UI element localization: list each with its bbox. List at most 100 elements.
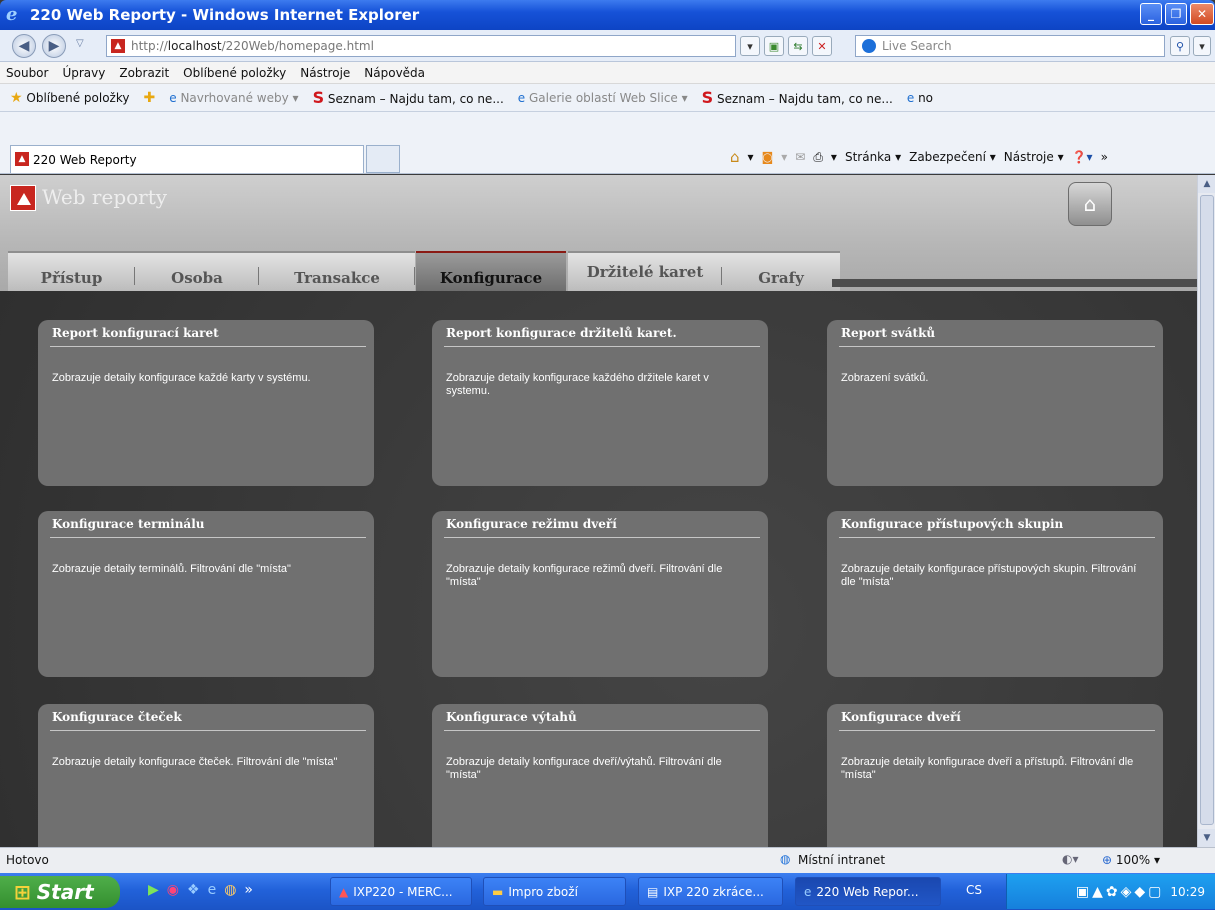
language-indicator[interactable]: CS	[966, 883, 982, 897]
history-dropdown-icon[interactable]: ▽	[76, 38, 84, 49]
report-card[interactable]: Konfigurace přístupových skupin Zobrazuje…	[827, 511, 1163, 677]
address-toolbar: ◀ ▶ ▽ ▲ http://localhost/220Web/homepage…	[0, 30, 1215, 62]
new-tab-button[interactable]	[366, 145, 400, 173]
menu-item-zobrazit[interactable]: Zobrazit	[119, 66, 169, 80]
scroll-down-icon[interactable]: ▼	[1198, 829, 1215, 847]
dropdown-icon[interactable]: ▾	[748, 150, 754, 164]
home-button[interactable]: ⌂	[1068, 182, 1112, 226]
report-card[interactable]: Konfigurace režimu dveří Zobrazuje detail…	[432, 511, 768, 677]
scroll-thumb[interactable]	[1200, 195, 1214, 825]
menu-item-nastroje[interactable]: Nástroje	[300, 66, 350, 80]
windows-taskbar: ⊞ Start ▶ ◉ ❖ e ◍ » ▲ IXP220 - MERC... ▬ Im…	[0, 873, 1215, 910]
report-card[interactable]: Konfigurace terminálu Zobrazuje detaily t…	[38, 511, 374, 677]
quicklaunch-ie-icon[interactable]: e	[208, 882, 217, 898]
nav-tab-label: Přístup	[40, 269, 103, 287]
home-icon[interactable]: ⌂	[730, 148, 740, 166]
quicklaunch-app-icon[interactable]: ❖	[187, 882, 200, 898]
nav-tab-drzitele[interactable]: Držitelé karet	[568, 251, 722, 291]
folder-icon: ▬	[492, 884, 504, 899]
report-card[interactable]: Report konfigurace držitelů karet. Zobraz…	[432, 320, 768, 486]
taskbar-item[interactable]: ▬ Impro zboží	[483, 877, 626, 906]
nav-tab-grafy[interactable]: Grafy	[722, 251, 840, 291]
tools-menu[interactable]: Nástroje ▾	[1004, 150, 1064, 164]
search-placeholder: Live Search	[882, 39, 952, 53]
menu-item-upravy[interactable]: Úpravy	[62, 66, 105, 80]
nav-tab-pristup[interactable]: Přístup	[8, 251, 135, 291]
compatibility-icon[interactable]: ▣	[764, 36, 784, 56]
report-card[interactable]: Konfigurace dveří Zobrazuje detaily konfi…	[827, 704, 1163, 847]
nav-tab-konfigurace[interactable]: Konfigurace	[416, 251, 566, 291]
taskbar-item[interactable]: ▲ IXP220 - MERC...	[330, 877, 472, 906]
search-input[interactable]: Live Search	[855, 35, 1165, 57]
print-icon[interactable]: ⎙	[813, 150, 823, 165]
nav-tab-label: Grafy	[758, 269, 804, 287]
menu-item-napoveda[interactable]: Nápověda	[364, 66, 425, 80]
mail-icon[interactable]: ✉	[795, 150, 805, 164]
report-card[interactable]: Konfigurace čteček Zobrazuje detaily konf…	[38, 704, 374, 847]
dropdown-icon[interactable]: ▾	[831, 150, 837, 164]
search-options-icon[interactable]: ▾	[1193, 36, 1211, 56]
nav-tab-transakce[interactable]: Transakce	[259, 251, 415, 291]
page-menu[interactable]: Stránka ▾	[845, 150, 901, 164]
quicklaunch-app-icon[interactable]: ◍	[224, 882, 236, 898]
quicklaunch-app-icon[interactable]: ▶	[148, 882, 159, 898]
maximize-button[interactable]: ❐	[1165, 3, 1187, 25]
fav-link-label: Galerie oblastí Web Slice ▾	[528, 90, 688, 105]
window-titlebar: e 220 Web Reporty - Windows Internet Exp…	[0, 0, 1215, 30]
chevron-more-icon[interactable]: »	[1101, 150, 1108, 164]
dropdown-icon[interactable]: ▾	[781, 150, 787, 164]
stop-icon[interactable]: ✕	[812, 36, 832, 56]
back-icon[interactable]: ◀	[12, 34, 36, 58]
favorites-button[interactable]: ★ Oblíbené položky	[10, 90, 129, 106]
nav-tab-label: Transakce	[294, 269, 380, 287]
nav-tab-osoba[interactable]: Osoba	[135, 251, 259, 291]
menu-bar: Soubor Úpravy Zobrazit Oblíbené položky …	[0, 62, 1215, 84]
zoom-control[interactable]: ⊕ 100% ▾	[1102, 853, 1160, 867]
fav-link-seznam-2[interactable]: S Seznam – Najdu tam, co ne...	[702, 88, 893, 107]
refresh-icon[interactable]: ⇆	[788, 36, 808, 56]
help-icon[interactable]: ❓▾	[1072, 150, 1093, 164]
browser-tab[interactable]: ▲ 220 Web Reporty	[10, 145, 364, 173]
menu-item-soubor[interactable]: Soubor	[6, 66, 48, 80]
tray-icons[interactable]: ▣▲✿◈◆▢	[1076, 884, 1165, 900]
scroll-up-icon[interactable]: ▲	[1198, 175, 1215, 193]
card-divider	[839, 730, 1155, 731]
add-favorite-icon[interactable]: ✚	[143, 90, 155, 106]
safety-menu[interactable]: Zabezpečení ▾	[909, 150, 996, 164]
tab-title: 220 Web Reporty	[33, 152, 137, 167]
menu-item-oblibene[interactable]: Oblíbené položky	[183, 66, 286, 80]
feeds-icon[interactable]: ◙	[762, 150, 774, 164]
minimize-button[interactable]: _	[1140, 3, 1162, 25]
fav-link-label: no	[918, 90, 934, 105]
page-viewport: Web reporty ⌂ Přístup Osoba Transakce Ko…	[0, 175, 1197, 847]
address-dropdown-icon[interactable]: ▾	[740, 36, 760, 56]
card-title: Konfigurace přístupových skupin	[841, 517, 1064, 531]
report-card[interactable]: Report svátků Zobrazení svátků.	[827, 320, 1163, 486]
close-button[interactable]: ✕	[1190, 3, 1214, 25]
card-divider	[50, 730, 366, 731]
quicklaunch-app-icon[interactable]: ◉	[167, 882, 179, 898]
start-button[interactable]: ⊞ Start	[0, 876, 120, 908]
report-card[interactable]: Konfigurace výtahů Zobrazuje detaily konf…	[432, 704, 768, 847]
card-divider	[444, 537, 760, 538]
card-divider	[839, 537, 1155, 538]
address-input[interactable]: ▲ http://localhost/220Web/homepage.html	[106, 35, 736, 57]
protected-mode-icon[interactable]: ◐▾	[1062, 852, 1079, 866]
chevron-more-icon[interactable]: »	[244, 882, 253, 898]
ie-logo-icon: e	[6, 4, 18, 25]
forward-icon[interactable]: ▶	[42, 34, 66, 58]
search-go-icon[interactable]: ⚲	[1170, 36, 1190, 56]
fav-link-seznam-1[interactable]: S Seznam – Najdu tam, co ne...	[313, 88, 504, 107]
fav-link-no[interactable]: e no	[907, 91, 933, 105]
fav-link-webslice[interactable]: e Galerie oblastí Web Slice ▾	[518, 91, 688, 105]
nav-tab-label: Konfigurace	[439, 269, 543, 287]
window-title: 220 Web Reporty - Windows Internet Explo…	[30, 6, 420, 24]
taskbar-item-active[interactable]: e 220 Web Repor...	[795, 877, 941, 906]
vertical-scrollbar[interactable]: ▲ ▼	[1197, 175, 1215, 847]
nav-underline	[832, 279, 1197, 287]
taskbar-item[interactable]: ▤ IXP 220 zkráce...	[638, 877, 783, 906]
report-card[interactable]: Report konfigurací karet Zobrazuje detail…	[38, 320, 374, 486]
zone-label[interactable]: Místní intranet	[798, 853, 885, 867]
card-divider	[444, 730, 760, 731]
fav-link-suggested[interactable]: e Navrhované weby ▾	[169, 91, 298, 105]
